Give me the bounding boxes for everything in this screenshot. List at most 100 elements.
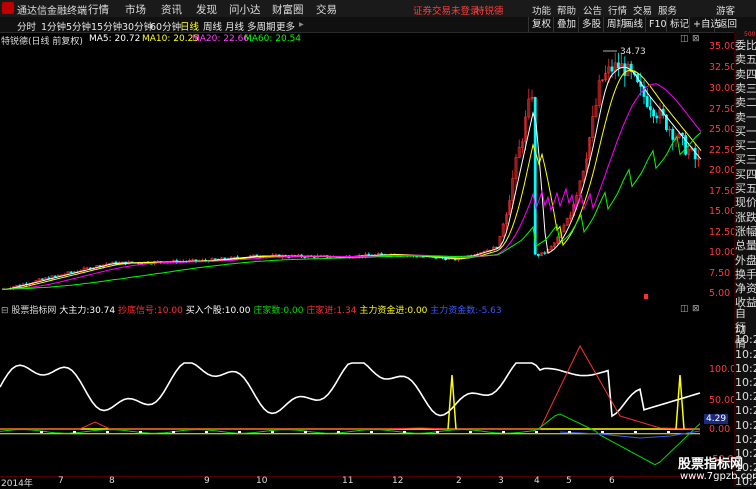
toolbar-multistock[interactable]: 多股 bbox=[578, 17, 604, 32]
period-timeshare[interactable]: 分时 bbox=[17, 19, 36, 33]
ind-item-6: 主力资金数:-5.63 bbox=[430, 306, 502, 316]
menu-item-news[interactable]: 资讯 bbox=[161, 2, 182, 17]
menu-item-trade[interactable]: 交易 bbox=[316, 2, 337, 17]
buy-marker bbox=[337, 431, 340, 433]
ind-item-2: 买入个股:10.00 bbox=[185, 306, 251, 316]
indicator-collapse-icon[interactable]: ◫ bbox=[680, 304, 689, 314]
buy-marker bbox=[469, 431, 472, 433]
ind-tick: 0.00 bbox=[709, 424, 731, 435]
menu-item-ask[interactable]: 问小达 bbox=[229, 2, 261, 17]
ma10-label: MA10: 20.25 bbox=[142, 34, 200, 44]
date-tick: 6 bbox=[609, 476, 615, 486]
candle-body bbox=[40, 278, 44, 280]
main-force-line bbox=[0, 362, 701, 418]
period-more[interactable]: 更多 bbox=[276, 19, 295, 33]
more-chevron-icon[interactable]: ▸ bbox=[299, 19, 304, 30]
toolbar-overlay[interactable]: 叠加 bbox=[553, 17, 579, 32]
menu-trade[interactable]: 交易 bbox=[633, 3, 652, 17]
date-tick: 9 bbox=[204, 476, 210, 486]
date-tick: 10 bbox=[256, 476, 268, 486]
price-tick: 27.50 bbox=[709, 104, 737, 115]
period-multi[interactable]: 多周期 bbox=[247, 19, 276, 33]
buy-marker bbox=[436, 431, 439, 433]
date-tick: 2 bbox=[456, 476, 462, 486]
side-log-label: 10:2 bbox=[735, 361, 756, 375]
buy-marker bbox=[535, 431, 538, 433]
ind-current-value: 4.29 bbox=[704, 414, 729, 424]
candles-group bbox=[2, 52, 700, 291]
menu-quotes[interactable]: 行情 bbox=[608, 3, 627, 17]
price-tick: 5.00 bbox=[709, 288, 731, 299]
menu-item-discover[interactable]: 发现 bbox=[196, 2, 217, 17]
price-tick: 20.00 bbox=[709, 165, 737, 176]
login-notice[interactable]: 证券交易未登录 bbox=[413, 3, 480, 17]
menu-item-quotes[interactable]: 行情 bbox=[88, 2, 109, 17]
price-tick: 32.50 bbox=[709, 62, 737, 73]
menu-item-market[interactable]: 市场 bbox=[125, 2, 146, 17]
buy-marker bbox=[205, 431, 208, 433]
buy-marker bbox=[601, 431, 604, 433]
indicator-settings-icon[interactable]: ⊟ bbox=[1, 306, 9, 316]
buy-marker bbox=[403, 431, 406, 433]
candle-body bbox=[380, 253, 384, 255]
toolbar-adjust[interactable]: 复权 bbox=[528, 17, 554, 32]
stock-name-label: 特锐德 bbox=[475, 6, 504, 17]
buy-marker bbox=[370, 431, 373, 433]
buy-marker bbox=[73, 431, 76, 433]
ind-tick: 50.00 bbox=[709, 395, 737, 406]
menu-service[interactable]: 服务 bbox=[658, 3, 677, 17]
date-tick: 3 bbox=[498, 476, 504, 486]
dealer-count-line bbox=[0, 413, 701, 466]
price-tick: 35.00 bbox=[709, 41, 737, 52]
period-60min[interactable]: 60分钟 bbox=[150, 19, 181, 33]
indicator-close-icon[interactable]: ⊠ bbox=[692, 304, 700, 314]
candle-body bbox=[610, 66, 614, 72]
date-tick: 5 bbox=[566, 476, 572, 486]
candle-body bbox=[303, 256, 307, 258]
menu-help[interactable]: 帮助 bbox=[557, 3, 576, 17]
ma-line-ma60 bbox=[1, 132, 702, 290]
toolbar-draw[interactable]: 画线 bbox=[620, 17, 646, 32]
period-5min[interactable]: 5分钟 bbox=[66, 19, 91, 33]
period-monthly[interactable]: 月线 bbox=[225, 19, 244, 33]
ma60-label: MA60: 20.54 bbox=[244, 34, 302, 44]
period-weekly[interactable]: 周线 bbox=[203, 19, 222, 33]
user-label[interactable]: 游客 bbox=[716, 3, 735, 17]
chart-collapse-icon[interactable]: ◫ bbox=[680, 34, 689, 44]
chart-close-icon[interactable]: ⊠ bbox=[692, 34, 700, 44]
menu-function[interactable]: 功能 bbox=[532, 3, 551, 17]
app-title: 通达信金融终端 bbox=[17, 6, 87, 17]
candle-body bbox=[648, 106, 652, 111]
price-tick: 10.00 bbox=[709, 247, 737, 258]
period-15min[interactable]: 15分钟 bbox=[91, 19, 122, 33]
watermark-title: 股票指标网 bbox=[678, 457, 744, 472]
candle-body bbox=[671, 128, 675, 140]
date-tick: 12 bbox=[392, 476, 404, 486]
ind-item-5: 主力资金进:0.00 bbox=[359, 306, 428, 316]
candle-body bbox=[543, 252, 547, 254]
date-tick: 4 bbox=[534, 476, 540, 486]
candle-body bbox=[652, 109, 656, 117]
indicator-chart[interactable] bbox=[0, 316, 704, 476]
signal-spike bbox=[675, 374, 685, 430]
toolbar-back[interactable]: 返回 bbox=[714, 17, 740, 32]
buy-marker bbox=[304, 431, 307, 433]
menu-item-wealth[interactable]: 财富圈 bbox=[272, 2, 304, 17]
peak-price-label: 34.73 bbox=[620, 47, 646, 57]
watermark-url: www.7gpzb.com bbox=[680, 471, 756, 482]
date-tick: 11 bbox=[342, 476, 354, 486]
side-log-label: 10:2 bbox=[735, 418, 756, 432]
period-daily[interactable]: 日线 bbox=[180, 19, 199, 33]
side-log-label: 10:2 bbox=[735, 390, 756, 404]
menu-announce[interactable]: 公告 bbox=[583, 3, 602, 17]
price-tick: 25.00 bbox=[709, 124, 737, 135]
price-tick: 22.50 bbox=[709, 145, 737, 156]
ind-item-4: 庄家进:1.34 bbox=[306, 306, 357, 316]
period-30min[interactable]: 30分钟 bbox=[122, 19, 153, 33]
candlestick-chart[interactable]: 34.73 bbox=[0, 46, 704, 302]
period-1min[interactable]: 1分钟 bbox=[41, 19, 66, 33]
indicator-name[interactable]: 股票指标网 bbox=[11, 306, 56, 316]
buy-marker bbox=[634, 431, 637, 433]
side-log-label: 10:2 bbox=[735, 347, 756, 361]
date-tick: 8 bbox=[109, 476, 115, 486]
